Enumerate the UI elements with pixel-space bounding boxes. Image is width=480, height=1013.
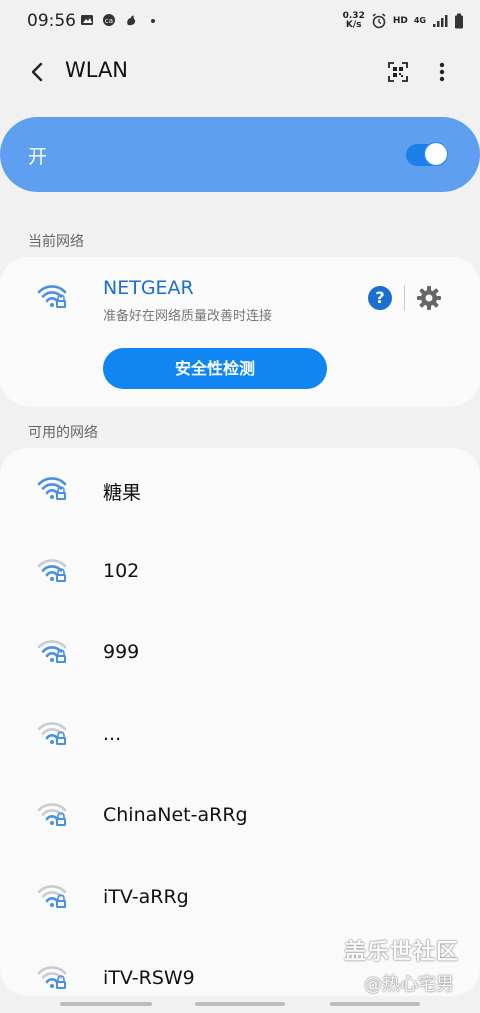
svg-text:ca: ca [105,17,113,25]
network-ssid: 糖果 [103,482,142,504]
watermark-line2: @热心宅男 [364,974,454,995]
watermark-line1: 盖乐世社区 [344,940,460,965]
screen: 09:56 ca 0.32 K/s HD 4G WLAN 开 当前网络 NETG… [0,0,480,1013]
available-networks-list: 糖果 102 999... ChinaNet-aRRg iTV-aRRg iTV-RSW9 [0,448,480,996]
status-bar: 09:56 ca 0.32 K/s HD 4G [0,0,480,44]
nav-home[interactable] [195,1002,285,1006]
current-network-status: 准备好在网络质量改善时连接 [103,309,273,324]
network-ssid: 999 [103,641,140,663]
gear-icon[interactable] [415,284,443,312]
net-speed-unit: K/s [345,20,362,30]
wifi-secured-icon [37,803,67,826]
wifi-secured-icon [37,966,67,989]
status-right-icons: 0.32 K/s HD 4G [343,12,464,30]
status-left-icons: ca [80,13,160,27]
hd-label: HD [392,16,408,26]
wifi-secured-icon [37,558,67,582]
wifi-secured-icon [37,640,67,663]
app-icon [127,15,136,26]
current-network-heading: 当前网络 [28,234,84,250]
current-network-card[interactable]: NETGEAR 准备好在网络质量改善时连接 ? 安全性检测 [0,257,480,406]
wifi-secured-icon [37,884,67,908]
wlan-toggle-knob[interactable] [424,142,448,166]
network-list-item[interactable]: iTV-aRRg [0,856,480,936]
network-ssid: 102 [103,559,140,582]
qr-scan-icon[interactable] [384,58,412,86]
network-list-item[interactable]: ChinaNet-aRRg [0,774,480,854]
wifi-secured-icon [37,721,67,745]
status-time: 09:56 [27,11,76,31]
nav-back[interactable] [330,1002,420,1006]
network-list-item[interactable]: 999 [0,611,480,691]
network-ssid: iTV-aRRg [103,885,189,908]
security-check-button[interactable]: 安全性检测 [103,348,327,389]
help-button[interactable]: ? [368,286,392,310]
wifi-secured-icon [37,477,67,500]
image-icon [81,15,93,25]
divider [404,285,405,311]
app-header: WLAN [0,44,480,100]
network-list-item[interactable]: 糖果 [0,448,480,528]
available-networks-heading: 可用的网络 [28,425,98,441]
net-speed: 0.32 K/s [343,12,365,30]
battery-icon [455,13,463,29]
more-vert-icon[interactable] [430,58,454,86]
back-arrow-icon[interactable] [24,58,52,86]
network-list-item[interactable]: 102 [0,530,480,610]
system-nav-bar [0,996,480,1013]
current-network-ssid: NETGEAR [103,277,194,299]
network-ssid: iTV-RSW9 [103,967,195,989]
master-switch-label: 开 [28,146,48,168]
network-ssid: ... [103,722,122,745]
alarm-icon [372,13,386,29]
network-type: 4G [413,16,426,25]
page-title: WLAN [65,58,129,82]
network-ssid: ChinaNet-aRRg [103,804,248,826]
cloud-icon: ca [103,14,115,26]
signal-icon [433,15,448,27]
dot-icon [151,19,155,23]
network-list-item[interactable]: ... [0,693,480,773]
wifi-secured-icon [37,285,67,308]
nav-recents[interactable] [60,1002,152,1006]
